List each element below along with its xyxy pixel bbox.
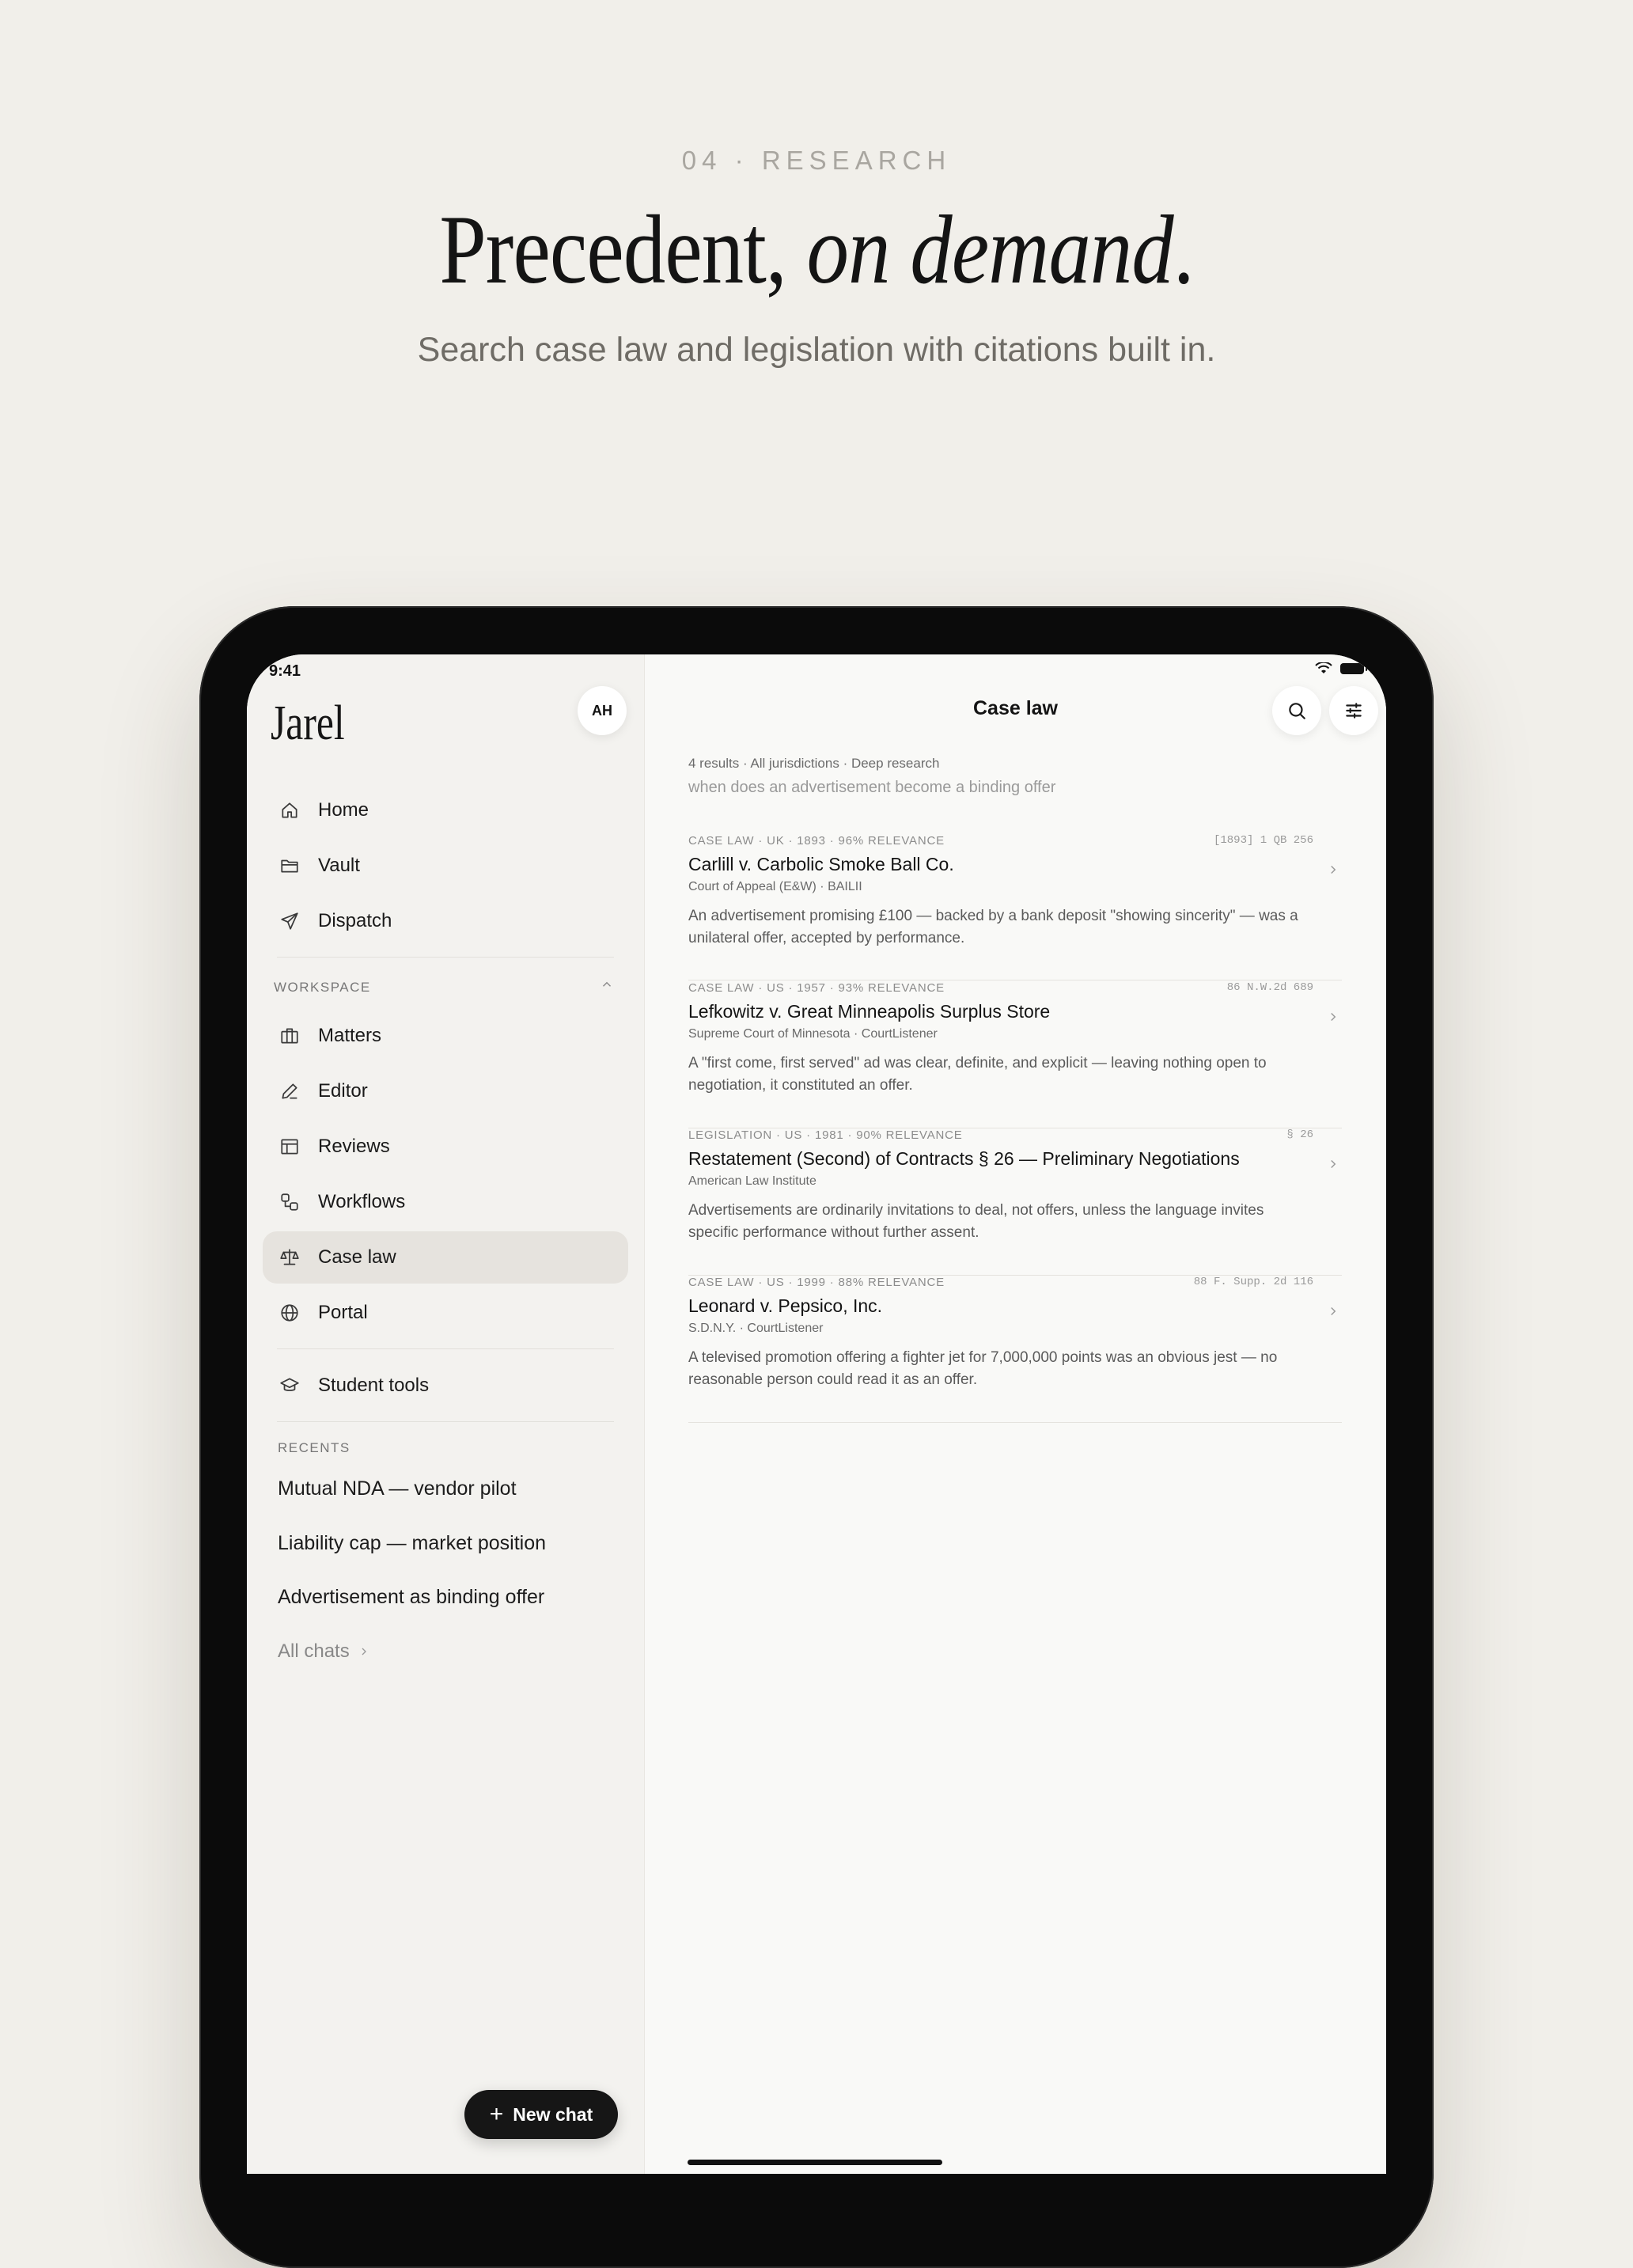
sidebar-item-matters[interactable]: Matters xyxy=(263,1010,628,1062)
sidebar-item-case-law[interactable]: Case law xyxy=(263,1231,628,1284)
sidebar-item-label: Vault xyxy=(318,855,360,876)
result-title: Carlill v. Carbolic Smoke Ball Co. xyxy=(688,854,954,874)
home-icon xyxy=(278,799,301,821)
sliders-icon xyxy=(1346,703,1362,719)
search-button[interactable] xyxy=(1272,686,1321,735)
result-summary: A "first come, first served" ad was clea… xyxy=(688,1055,1267,1094)
workspace-label: WORKSPACE xyxy=(274,980,371,995)
result-source: Supreme Court of Minnesota · CourtListen… xyxy=(688,1027,938,1041)
sidebar-item-home[interactable]: Home xyxy=(263,784,628,836)
filter-button[interactable] xyxy=(1329,686,1378,735)
result-title: Lefkowitz v. Great Minneapolis Surplus S… xyxy=(688,1001,1051,1022)
sidebar-item-vault[interactable]: Vault xyxy=(263,840,628,892)
recent-chat-item[interactable]: Liability cap — market position xyxy=(278,1532,546,1555)
result-row[interactable]: LEGISLATION · US · 1981 · 90% RELEVANCE … xyxy=(688,1128,1342,1276)
divider xyxy=(277,957,614,958)
collapse-workspace-icon[interactable] xyxy=(600,977,617,995)
sidebar-item-label: Workflows xyxy=(318,1191,406,1212)
result-eyebrow: LEGISLATION · US · 1981 · 90% RELEVANCE xyxy=(688,1128,963,1142)
workflow-icon xyxy=(278,1191,301,1213)
sidebar-item-reviews[interactable]: Reviews xyxy=(263,1121,628,1173)
result-citation: § 26 xyxy=(1286,1128,1313,1141)
chevron-right-icon xyxy=(362,1648,366,1655)
folder-icon xyxy=(278,855,301,877)
subheadline: Search case law and legislation with cit… xyxy=(417,331,1216,369)
briefcase-icon xyxy=(278,1025,301,1047)
send-icon xyxy=(278,910,301,932)
search-query: when does an advertisement become a bind… xyxy=(688,779,1056,796)
sidebar-item-editor[interactable]: Editor xyxy=(263,1065,628,1117)
graduation-cap-icon xyxy=(278,1375,301,1397)
result-row[interactable]: CASE LAW · US · 1957 · 93% RELEVANCE 86 … xyxy=(688,981,1342,1128)
divider xyxy=(277,1421,614,1422)
headline-end: . xyxy=(1173,195,1195,304)
wifi-icon xyxy=(1315,662,1332,673)
tablet-screen: 9:41 Jarel AH Home Vault Dispatch WORKSP… xyxy=(247,654,1386,2174)
chevron-right-icon xyxy=(1326,1010,1342,1026)
app-logo: Jarel xyxy=(271,696,345,750)
result-summary: An advertisement promising £100 — backed… xyxy=(688,908,1298,946)
result-row[interactable]: CASE LAW · UK · 1893 · 96% RELEVANCE [18… xyxy=(688,834,1342,980)
chevron-right-icon xyxy=(1326,1304,1342,1320)
headline-italic: on demand xyxy=(806,195,1174,304)
result-title: Leonard v. Pepsico, Inc. xyxy=(688,1295,883,1316)
sidebar-item-label: Matters xyxy=(318,1025,382,1046)
recent-chat-item[interactable]: Mutual NDA — vendor pilot xyxy=(278,1477,517,1500)
result-citation: [1893] 1 QB 256 xyxy=(1213,834,1313,847)
result-source: American Law Institute xyxy=(688,1174,816,1188)
status-bar: 9:41 xyxy=(247,654,1386,686)
search-icon xyxy=(1289,703,1305,719)
table-icon xyxy=(278,1136,301,1158)
result-row[interactable]: CASE LAW · US · 1999 · 88% RELEVANCE 88 … xyxy=(688,1276,1342,1423)
user-avatar[interactable]: AH xyxy=(578,686,627,735)
chevron-right-icon xyxy=(1326,1157,1342,1173)
sidebar-item-label: Case law xyxy=(318,1246,396,1268)
recents-label: RECENTS xyxy=(278,1440,350,1455)
result-source: S.D.N.Y. · CourtListener xyxy=(688,1322,824,1335)
sidebar-item-label: Student tools xyxy=(318,1375,430,1396)
plus-icon: + xyxy=(489,2101,504,2127)
battery-icon xyxy=(1340,663,1367,674)
scales-icon xyxy=(278,1246,301,1269)
divider xyxy=(277,1348,614,1349)
sidebar-item-dispatch[interactable]: Dispatch xyxy=(263,895,628,947)
recent-chat-item[interactable]: Advertisement as binding offer xyxy=(278,1586,544,1609)
globe-icon xyxy=(278,1302,301,1324)
result-citation: 88 F. Supp. 2d 116 xyxy=(1193,1276,1313,1288)
sidebar-item-student-tools[interactable]: Student tools xyxy=(263,1360,628,1412)
sidebar-item-label: Portal xyxy=(318,1302,368,1323)
main-panel: Case law 4 results · All jurisdictions ·… xyxy=(645,654,1386,2174)
result-summary: A televised promotion offering a fighter… xyxy=(688,1349,1278,1388)
pen-icon xyxy=(278,1080,301,1102)
sidebar-item-workflows[interactable]: Workflows xyxy=(263,1176,628,1228)
result-citation: 86 N.W.2d 689 xyxy=(1226,981,1313,994)
chevron-right-icon xyxy=(1326,863,1342,878)
sidebar-item-label: Home xyxy=(318,799,369,821)
headline: Precedent, on demand. xyxy=(114,198,1518,302)
status-icons xyxy=(1315,662,1367,675)
results-meta: 4 results · All jurisdictions · Deep res… xyxy=(688,756,940,771)
headline-plain: Precedent, xyxy=(439,195,807,304)
new-chat-button[interactable]: + New chat xyxy=(464,2090,618,2139)
home-indicator xyxy=(688,2160,942,2165)
all-chats-label: All chats xyxy=(278,1640,350,1662)
sidebar: Jarel AH Home Vault Dispatch WORKSPACE M… xyxy=(247,654,645,2174)
sidebar-item-label: Editor xyxy=(318,1080,368,1102)
all-chats-link[interactable]: All chats xyxy=(278,1640,370,1663)
result-title: Restatement (Second) of Contracts § 26 —… xyxy=(688,1148,1240,1169)
sidebar-item-label: Reviews xyxy=(318,1136,390,1157)
status-time: 9:41 xyxy=(269,662,301,680)
section-eyebrow: 04 · RESEARCH xyxy=(681,146,952,175)
sidebar-item-label: Dispatch xyxy=(318,910,392,931)
sidebar-item-portal[interactable]: Portal xyxy=(263,1287,628,1339)
result-source: Court of Appeal (E&W) · BAILII xyxy=(688,880,862,893)
result-summary: Advertisements are ordinarily invitation… xyxy=(688,1202,1264,1241)
new-chat-label: New chat xyxy=(513,2103,593,2125)
